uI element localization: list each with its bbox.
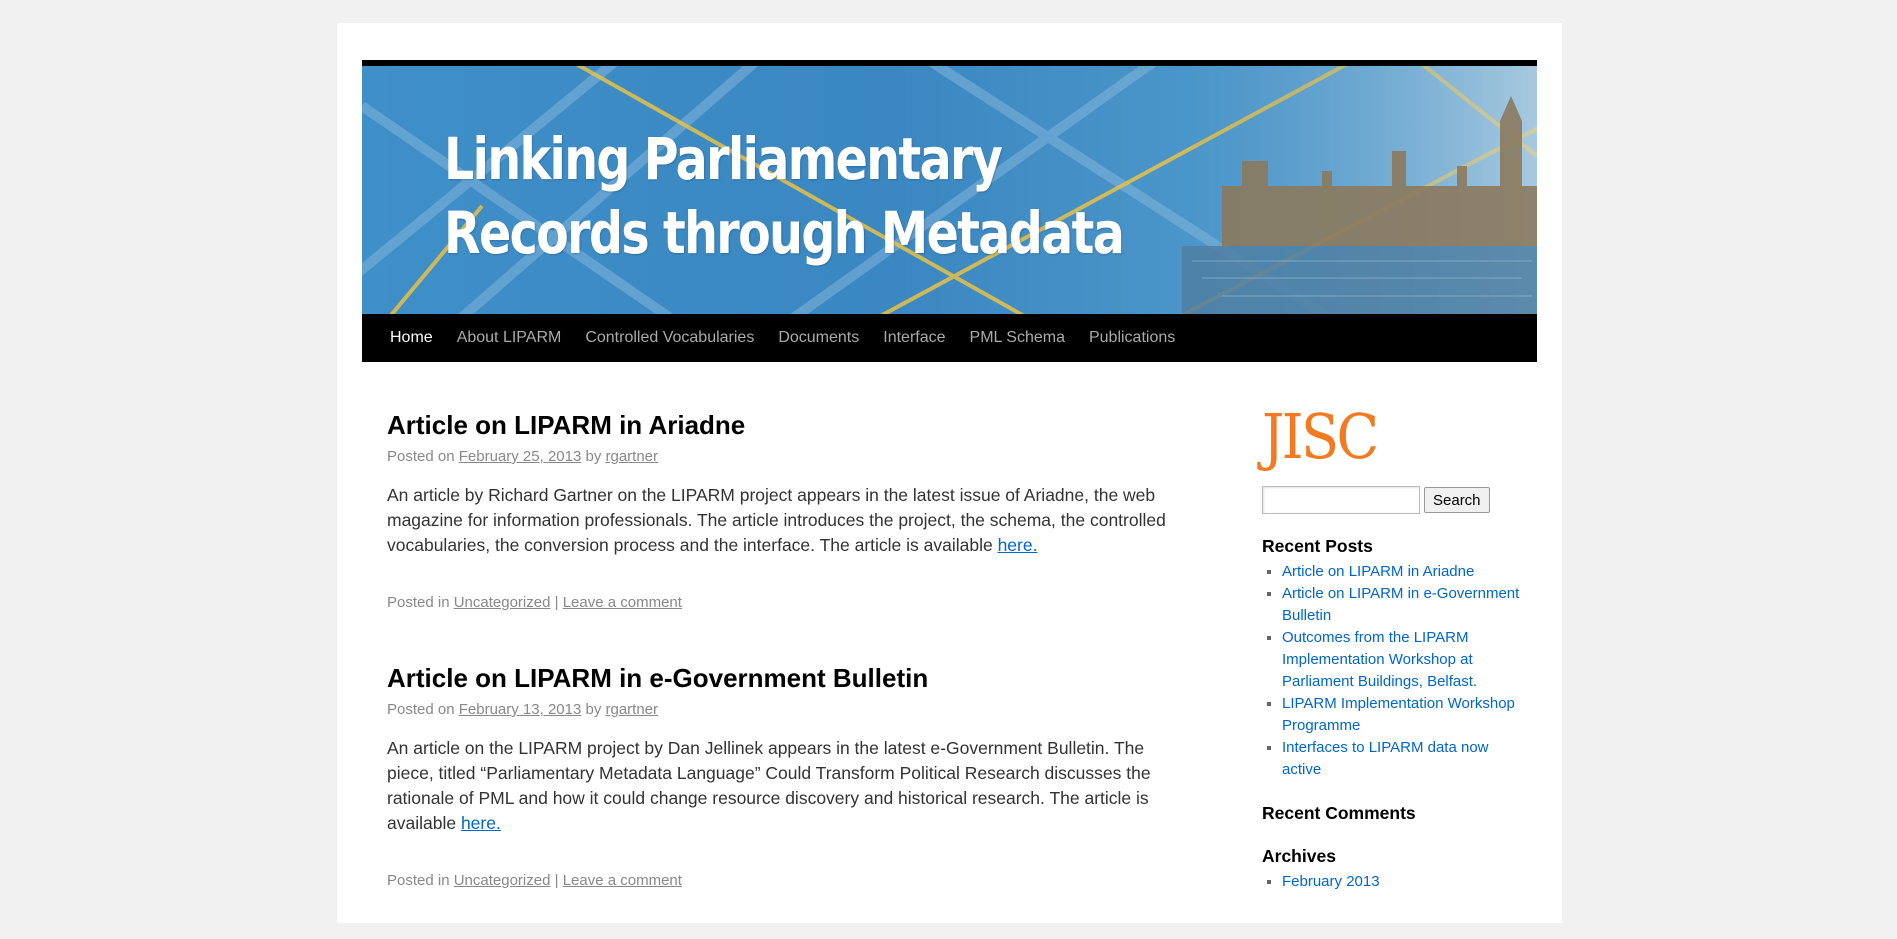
recent-comments-title: Recent Comments — [1262, 803, 1416, 823]
post-author-link[interactable]: rgartner — [606, 701, 659, 718]
post-date-link[interactable]: February 25, 2013 — [459, 448, 582, 465]
post: Article on LIPARM in e-Government Bullet… — [387, 661, 1187, 889]
post-body-link[interactable]: here. — [998, 535, 1038, 555]
list-item: February 2013 — [1282, 871, 1522, 893]
recent-post-link[interactable]: Article on LIPARM in Ariadne — [1282, 563, 1474, 580]
recent-posts-widget: Recent Posts Article on LIPARM in Ariadn… — [1262, 536, 1522, 781]
search-button[interactable]: Search — [1424, 487, 1490, 513]
post-body: An article on the LIPARM project by Dan … — [387, 736, 1187, 836]
post-footer: Posted in Uncategorized | Leave a commen… — [387, 872, 1187, 889]
search-form: Search — [1262, 486, 1522, 514]
by-label: by — [585, 701, 602, 718]
list-item: Interfaces to LIPARM data now active — [1282, 737, 1522, 781]
post: Article on LIPARM in Ariadne Posted on F… — [387, 408, 1187, 611]
post-body-text: An article by Richard Gartner on the LIP… — [387, 485, 1166, 555]
sidebar: JISC Search Recent Posts Article on LIPA… — [1262, 402, 1522, 915]
nav-item-publications[interactable]: Publications — [1077, 329, 1187, 347]
list-item: Article on LIPARM in e-Government Bullet… — [1282, 583, 1522, 627]
header-banner[interactable]: Linking Parliamentary Records through Me… — [362, 66, 1537, 314]
banner-title: Linking Parliamentary Records through Me… — [444, 122, 1125, 270]
banner-title-line-1: Linking Parliamentary — [444, 125, 1003, 193]
post-date-link[interactable]: February 13, 2013 — [459, 701, 582, 718]
nav-item-home[interactable]: Home — [378, 329, 445, 347]
post-category-link[interactable]: Uncategorized — [454, 872, 551, 889]
recent-comments-widget: Recent Comments — [1262, 803, 1522, 824]
posted-on-label: Posted on — [387, 448, 455, 465]
post-body: An article by Richard Gartner on the LIP… — [387, 483, 1187, 558]
page-wrapper: Linking Parliamentary Records through Me… — [337, 23, 1562, 923]
post-body-text: An article on the LIPARM project by Dan … — [387, 738, 1151, 833]
post-title[interactable]: Article on LIPARM in Ariadne — [387, 408, 1187, 442]
meta-separator: | — [554, 594, 559, 611]
list-item: Outcomes from the LIPARM Implementation … — [1282, 627, 1522, 693]
post-meta: Posted on February 13, 2013 by rgartner — [387, 701, 1187, 718]
nav-item-documents[interactable]: Documents — [766, 329, 871, 347]
recent-post-link[interactable]: LIPARM Implementation Workshop Programme — [1282, 695, 1515, 734]
leave-comment-link[interactable]: Leave a comment — [563, 594, 682, 611]
recent-posts-title: Recent Posts — [1262, 536, 1373, 556]
archives-list: February 2013 — [1262, 871, 1522, 893]
leave-comment-link[interactable]: Leave a comment — [563, 872, 682, 889]
recent-post-link[interactable]: Outcomes from the LIPARM Implementation … — [1282, 629, 1477, 690]
meta-separator: | — [554, 872, 559, 889]
post-body-link[interactable]: here. — [461, 813, 501, 833]
archives-title: Archives — [1262, 846, 1336, 866]
jisc-logo[interactable]: JISC — [1262, 402, 1496, 472]
list-item: LIPARM Implementation Workshop Programme — [1282, 693, 1522, 737]
post-author-link[interactable]: rgartner — [606, 448, 659, 465]
banner-title-line-2: Records through Metadata — [444, 199, 1125, 267]
posted-in-label: Posted in — [387, 594, 450, 611]
recent-post-link[interactable]: Interfaces to LIPARM data now active — [1282, 739, 1489, 778]
list-item: Article on LIPARM in Ariadne — [1282, 561, 1522, 583]
nav-item-interface[interactable]: Interface — [871, 329, 957, 347]
nav-item-pml-schema[interactable]: PML Schema — [958, 329, 1077, 347]
by-label: by — [585, 448, 602, 465]
recent-posts-list: Article on LIPARM in Ariadne Article on … — [1262, 561, 1522, 781]
main-content: Article on LIPARM in Ariadne Posted on F… — [387, 408, 1187, 939]
nav-item-controlled-vocabularies[interactable]: Controlled Vocabularies — [573, 329, 766, 347]
post-title[interactable]: Article on LIPARM in e-Government Bullet… — [387, 661, 1187, 695]
post-footer: Posted in Uncategorized | Leave a commen… — [387, 594, 1187, 611]
search-input[interactable] — [1262, 486, 1420, 514]
site-header: Linking Parliamentary Records through Me… — [362, 60, 1537, 362]
post-category-link[interactable]: Uncategorized — [454, 594, 551, 611]
recent-post-link[interactable]: Article on LIPARM in e-Government Bullet… — [1282, 585, 1519, 624]
posted-on-label: Posted on — [387, 701, 455, 718]
posted-in-label: Posted in — [387, 872, 450, 889]
main-navigation: Home About LIPARM Controlled Vocabularie… — [362, 314, 1537, 362]
archives-widget: Archives February 2013 — [1262, 846, 1522, 893]
archive-link[interactable]: February 2013 — [1282, 873, 1380, 890]
nav-item-about-liparm[interactable]: About LIPARM — [445, 329, 574, 347]
post-meta: Posted on February 25, 2013 by rgartner — [387, 448, 1187, 465]
